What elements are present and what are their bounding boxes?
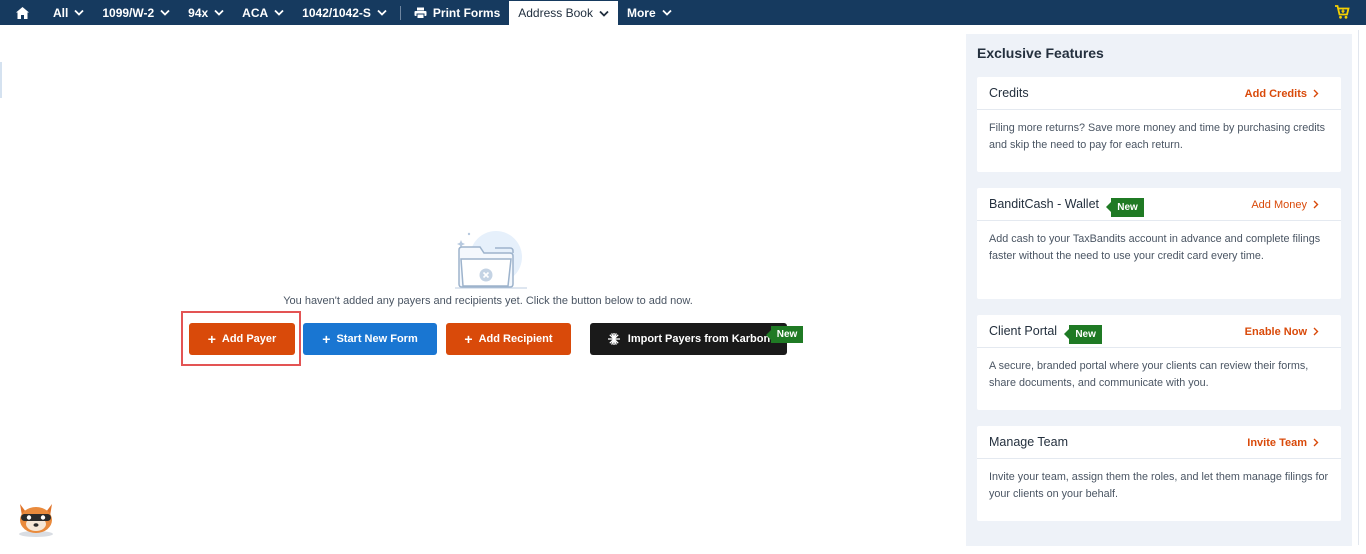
nav-menu-label: 1099/W-2	[102, 5, 155, 20]
left-edge-marker	[0, 62, 2, 98]
feature-card-manage-team: Manage Team Invite Team Invite your team…	[977, 426, 1341, 521]
nav-divider	[399, 5, 401, 20]
chevron-down-icon	[377, 9, 387, 16]
enable-now-link[interactable]: Enable Now	[1245, 315, 1319, 348]
card-header: Client Portal New Enable Now	[977, 315, 1341, 348]
nav-menu-94x[interactable]: 94x	[179, 0, 233, 25]
add-payer-button[interactable]: + Add Payer	[189, 323, 295, 355]
card-description: Filing more returns? Save more money and…	[989, 122, 1326, 151]
nav-menu-label: 94x	[188, 5, 209, 20]
feature-card-client-portal: Client Portal New Enable Now A secure, b…	[977, 315, 1341, 410]
nav-menu-aca[interactable]: ACA	[233, 0, 293, 25]
card-header: Manage Team Invite Team	[977, 426, 1341, 459]
start-new-form-label: Start New Form	[336, 333, 418, 345]
add-credits-link[interactable]: Add Credits	[1245, 77, 1319, 110]
card-title: Credits	[989, 86, 1029, 100]
card-action-label: Invite Team	[1247, 436, 1307, 449]
card-action-label: Add Money	[1251, 198, 1307, 211]
nav-menu-all[interactable]: All	[44, 0, 93, 25]
empty-folder-illustration	[447, 226, 533, 292]
add-recipient-label: Add Recipient	[478, 333, 553, 345]
nav-menu-label: 1042/1042-S	[302, 5, 371, 20]
nav-menu-label: More	[626, 5, 656, 20]
panel-title: Exclusive Features	[977, 45, 1104, 61]
top-nav-bar: All 1099/W-2 94x ACA 1042/1042-S Print F…	[0, 0, 1366, 25]
mascot-chat-avatar[interactable]	[14, 496, 58, 538]
invite-team-link[interactable]: Invite Team	[1247, 426, 1319, 459]
add-money-link[interactable]: Add Money	[1251, 188, 1319, 221]
printer-icon	[414, 7, 427, 19]
feature-card-banditcash: BanditCash - Wallet New Add Money Add ca…	[977, 188, 1341, 299]
nav-menu-more[interactable]: More	[618, 0, 681, 25]
import-karbon-button[interactable]: Import Payers from Karbon	[590, 323, 787, 355]
nav-print-forms-label: Print Forms	[432, 5, 501, 20]
nav-address-book[interactable]: Address Book	[509, 1, 618, 25]
cart-button[interactable]	[1334, 4, 1350, 25]
plus-icon: +	[464, 331, 473, 347]
chevron-down-icon	[214, 9, 224, 16]
card-action-label: Add Credits	[1244, 87, 1307, 100]
new-badge: New	[1111, 197, 1144, 217]
new-badge: New	[771, 326, 803, 343]
card-description: Invite your team, assign them the roles,…	[989, 471, 1329, 500]
empty-state-message: You haven't added any payers and recipie…	[283, 295, 693, 307]
card-title: Manage Team	[989, 435, 1068, 449]
chevron-down-icon	[274, 9, 284, 16]
plus-icon: +	[322, 331, 331, 347]
import-karbon-label: Import Payers from Karbon	[627, 333, 771, 345]
chevron-down-icon	[599, 10, 609, 17]
nav-menu-label: ACA	[242, 5, 269, 20]
exclusive-features-panel: Exclusive Features Credits Add Credits F…	[966, 34, 1352, 546]
chevron-right-icon	[1313, 89, 1319, 98]
nav-menu-1099-w2[interactable]: 1099/W-2	[93, 0, 179, 25]
feature-card-credits: Credits Add Credits Filing more returns?…	[977, 77, 1341, 172]
card-header: Credits Add Credits	[977, 77, 1341, 110]
card-action-label: Enable Now	[1244, 325, 1307, 338]
plus-icon: +	[207, 331, 216, 347]
home-icon	[15, 6, 29, 19]
card-title: Client Portal	[989, 324, 1058, 338]
nav-print-forms[interactable]: Print Forms	[405, 0, 509, 25]
cart-icon	[1335, 5, 1350, 19]
add-payer-label: Add Payer	[221, 333, 277, 345]
chevron-right-icon	[1313, 438, 1319, 447]
chevron-down-icon	[662, 9, 672, 16]
chevron-right-icon	[1313, 327, 1319, 336]
karbon-logo-icon	[607, 332, 621, 346]
card-header: BanditCash - Wallet New Add Money	[977, 188, 1341, 221]
new-badge: New	[1069, 324, 1103, 344]
chevron-down-icon	[74, 9, 84, 16]
nav-menu-1042[interactable]: 1042/1042-S	[293, 0, 396, 25]
card-title: BanditCash - Wallet	[989, 197, 1099, 211]
home-button[interactable]	[0, 0, 44, 25]
add-recipient-button[interactable]: + Add Recipient	[446, 323, 571, 355]
start-new-form-button[interactable]: + Start New Form	[303, 323, 437, 355]
chevron-right-icon	[1313, 200, 1319, 209]
nav-address-book-label: Address Book	[518, 6, 593, 20]
chevron-down-icon	[160, 9, 170, 16]
card-description: Add cash to your TaxBandits account in a…	[989, 233, 1321, 262]
nav-menu-label: All	[53, 5, 69, 20]
scrollbar-track-line	[1358, 30, 1359, 545]
card-description: A secure, branded portal where your clie…	[989, 360, 1309, 389]
